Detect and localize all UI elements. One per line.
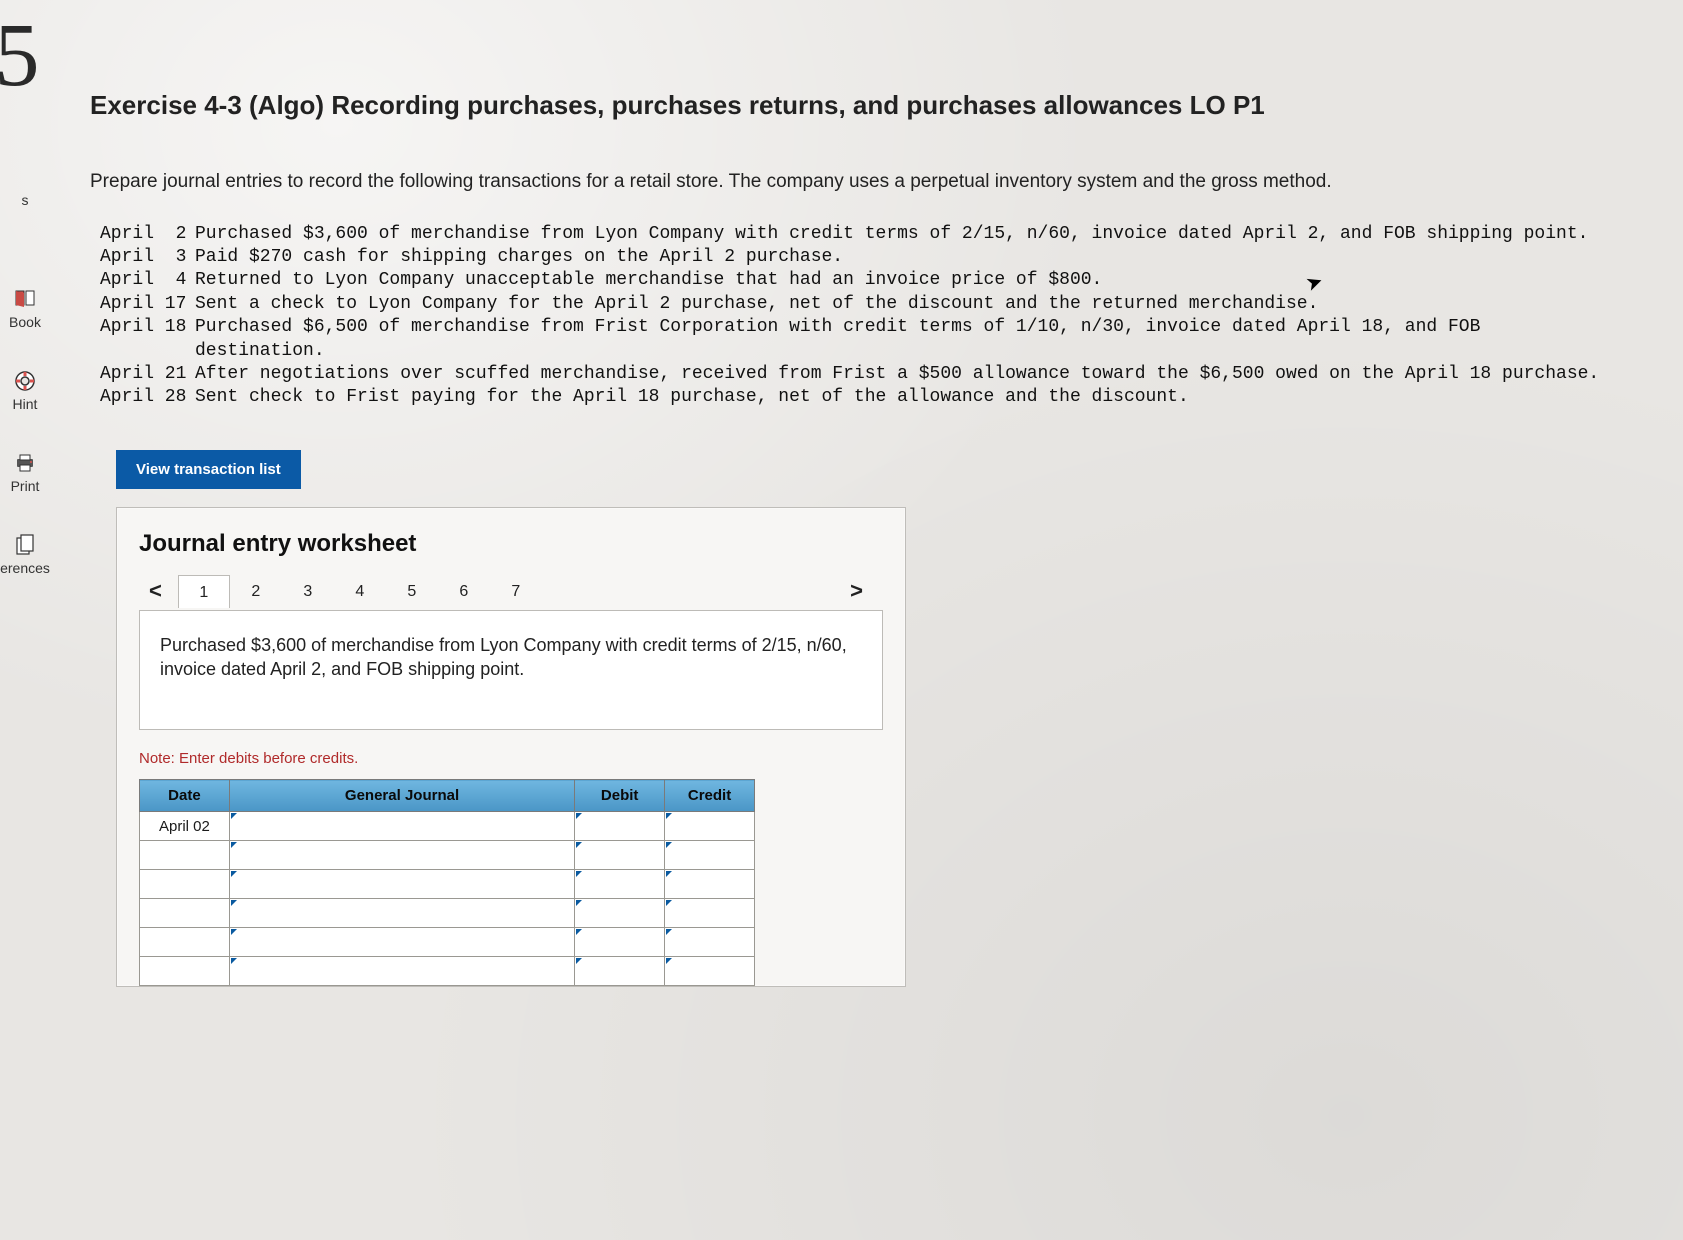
worksheet-tabs: 1234567 [178,574,542,607]
sidebar-item-hint[interactable]: Hint [0,370,50,412]
worksheet-tab-1[interactable]: 1 [178,575,230,608]
transaction-date: April 28 [100,386,195,409]
worksheet-tab-4[interactable]: 4 [334,575,386,607]
sidebar-label-references: erences [0,560,50,576]
worksheet-tab-7[interactable]: 7 [490,575,542,607]
transaction-desc: After negotiations over scuffed merchand… [195,363,1643,386]
cell-date[interactable]: April 02 [140,812,230,841]
cell-debit[interactable] [575,957,665,986]
worksheet-tab-row: < 1234567 > [117,572,905,610]
table-row [140,957,755,986]
transaction-desc: Returned to Lyon Company unacceptable me… [195,269,1643,292]
journal-worksheet-card: Journal entry worksheet < 1234567 > Purc… [116,507,906,988]
exercise-title: Exercise 4-3 (Algo) Recording purchases,… [90,90,1643,121]
transaction-desc: Sent a check to Lyon Company for the Apr… [195,293,1643,316]
entry-description: Purchased $3,600 of merchandise from Lyo… [139,610,883,731]
sidebar-item-s[interactable]: s [0,192,50,208]
transaction-date: April 3 [100,246,195,269]
cell-debit[interactable] [575,928,665,957]
transaction-row: April 28Sent check to Frist paying for t… [100,386,1643,409]
next-entry-chevron[interactable]: > [840,572,873,610]
col-header-date: Date [140,780,230,812]
transaction-row: April 3Paid $270 cash for shipping charg… [100,246,1643,269]
sidebar-label-hint: Hint [13,396,38,412]
cell-date[interactable] [140,841,230,870]
cell-credit[interactable] [665,957,755,986]
cell-credit[interactable] [665,899,755,928]
col-header-credit: Credit [665,780,755,812]
cell-date[interactable] [140,957,230,986]
cell-credit[interactable] [665,841,755,870]
printer-icon [12,452,38,474]
transaction-list: April 2Purchased $3,600 of merchandise f… [100,223,1643,410]
sidebar-label-book: Book [9,314,41,330]
table-row: April 02 [140,812,755,841]
view-transaction-list-button[interactable]: View transaction list [116,450,301,489]
sidebar-label-s: s [22,192,29,208]
worksheet-tab-2[interactable]: 2 [230,575,282,607]
cell-general-journal[interactable] [229,899,574,928]
cell-date[interactable] [140,928,230,957]
copy-icon [12,534,38,556]
cell-credit[interactable] [665,928,755,957]
sidebar-item-print[interactable]: Print [0,452,50,494]
cell-date[interactable] [140,899,230,928]
cell-credit[interactable] [665,812,755,841]
transaction-date: April 18 [100,316,195,363]
transaction-desc: Sent check to Frist paying for the April… [195,386,1643,409]
cell-general-journal[interactable] [229,957,574,986]
col-header-debit: Debit [575,780,665,812]
transaction-date: April 4 [100,269,195,292]
worksheet-tab-6[interactable]: 6 [438,575,490,607]
sidebar-label-print: Print [11,478,40,494]
table-row [140,841,755,870]
worksheet-heading: Journal entry worksheet [117,530,905,572]
sidebar-item-references[interactable]: erences [0,534,50,576]
main-content: Exercise 4-3 (Algo) Recording purchases,… [90,90,1643,987]
cell-general-journal[interactable] [229,870,574,899]
life-ring-icon [12,370,38,392]
worksheet-tab-5[interactable]: 5 [386,575,438,607]
transaction-row: April 17Sent a check to Lyon Company for… [100,293,1643,316]
transaction-desc: Purchased $3,600 of merchandise from Lyo… [195,223,1643,246]
transaction-desc: Paid $270 cash for shipping charges on t… [195,246,1643,269]
col-header-general-journal: General Journal [229,780,574,812]
journal-table: Date General Journal Debit Credit April … [139,779,755,986]
exercise-instructions: Prepare journal entries to record the fo… [90,169,1570,195]
transaction-date: April 21 [100,363,195,386]
cell-debit[interactable] [575,870,665,899]
cell-debit[interactable] [575,812,665,841]
transaction-date: April 17 [100,293,195,316]
transaction-row: April 21After negotiations over scuffed … [100,363,1643,386]
sidebar-item-book[interactable]: Book [0,288,50,330]
cell-general-journal[interactable] [229,812,574,841]
table-row [140,870,755,899]
worksheet-tab-3[interactable]: 3 [282,575,334,607]
worksheet-note: Note: Enter debits before credits. [117,730,905,779]
chapter-number: 5 [0,20,36,92]
transaction-desc: Purchased $6,500 of merchandise from Fri… [195,316,1643,363]
table-row [140,899,755,928]
cell-debit[interactable] [575,899,665,928]
prev-entry-chevron[interactable]: < [139,572,172,610]
transaction-row: April 4Returned to Lyon Company unaccept… [100,269,1643,292]
cell-credit[interactable] [665,870,755,899]
transaction-date: April 2 [100,223,195,246]
cell-general-journal[interactable] [229,928,574,957]
transaction-row: April 18Purchased $6,500 of merchandise … [100,316,1643,363]
transaction-row: April 2Purchased $3,600 of merchandise f… [100,223,1643,246]
left-sidebar: 5 s Book Hint Print erences [0,0,50,1240]
cell-debit[interactable] [575,841,665,870]
book-icon [12,288,38,310]
cell-date[interactable] [140,870,230,899]
cell-general-journal[interactable] [229,841,574,870]
table-row [140,928,755,957]
